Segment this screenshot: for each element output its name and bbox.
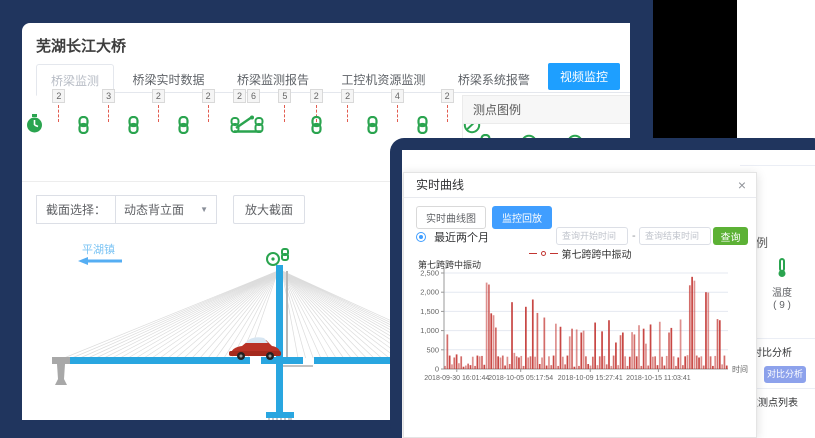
bridge-tower (276, 265, 283, 417)
thermometer-icon (775, 258, 789, 278)
sensor-column: 4 (391, 89, 404, 139)
sensor-count-badge: 2 (441, 89, 454, 103)
sensor-column: 2 (441, 89, 454, 139)
dialog-header: 实时曲线 × (404, 173, 756, 198)
y-tick-label: 500 (426, 345, 439, 354)
desktop-white-region (737, 0, 815, 140)
chain-link-icon[interactable] (416, 116, 429, 134)
left-abutment (52, 357, 70, 385)
tower-top-sensor-icons[interactable] (267, 249, 288, 265)
tab-realtime-curve[interactable]: 实时曲线图 (416, 206, 486, 229)
chain-link-icon[interactable] (177, 116, 190, 134)
sensor-dash-line (58, 105, 59, 122)
temperature-label: 温度 (760, 284, 804, 299)
dialog-title: 实时曲线 (416, 178, 464, 192)
sensor-count-badge: 5 (278, 89, 291, 103)
chain-link-icon[interactable] (77, 116, 90, 134)
zoom-section-button[interactable]: 放大截面 (233, 195, 305, 224)
page-title: 芜湖长江大桥 (36, 35, 126, 56)
sensor-count-badge: 2 (310, 89, 323, 103)
sensor-dash-line (208, 105, 209, 122)
sensor-count-badge: 2 (341, 89, 354, 103)
sensor-strip: 23222652242 (34, 89, 472, 139)
compare-analysis-button[interactable]: 对比分析 (764, 366, 806, 383)
y-tick-label: 1,000 (420, 326, 439, 335)
chain-link-icon[interactable] (366, 116, 379, 134)
radio-label: 最近两个月 (434, 232, 489, 244)
dialog-tabs: 实时曲线图 监控回放 (416, 206, 552, 229)
query-button[interactable]: 查询 (713, 227, 748, 245)
x-axis-title: 时间 (732, 364, 748, 374)
sensor-dash-line (397, 105, 398, 122)
y-tick-label: 0 (435, 365, 439, 374)
sensor-count-badge: 3 (102, 89, 115, 103)
sensor-count-badge: 2 (202, 89, 215, 103)
x-tick-label: 2018-09-30 16:01:44 (424, 375, 489, 382)
legend-marker (550, 253, 558, 254)
sensor-count-badge: 6 (247, 89, 260, 103)
section-select-value: 动态背立面 (124, 201, 184, 218)
x-tick-label: 2018-10-09 15:27:41 (558, 375, 623, 382)
query-controls: 最近两个月 - 查询 (416, 229, 748, 247)
compare-analysis-header: 对比分析 (752, 344, 792, 359)
direction-label: 平湖镇 (82, 242, 115, 256)
temperature-count: ( 9 ) (760, 300, 804, 311)
stopwatch-icon[interactable] (26, 114, 43, 134)
start-time-input[interactable] (556, 227, 628, 245)
legend-marker-circle (541, 251, 546, 256)
sensor-column: 2 (310, 89, 323, 139)
pier-cap (266, 412, 294, 418)
vibration-chart: 第七跨跨中振动05001,0001,5002,0002,5002018-09-3… (410, 259, 754, 419)
sensor-dash-line (108, 105, 109, 122)
popup-browser-window: 测点图例 温度 ( 9 ) 对比分析 对比分析 监测点列表 实时曲线 × 实时曲… (390, 138, 815, 438)
sensor-count-badge: 2 (233, 89, 246, 103)
sensor-count-badge: 2 (52, 89, 65, 103)
section-select-label: 截面选择： (36, 195, 115, 224)
sensor-column: 2 (52, 89, 65, 139)
x-tick-label: 2018-10-15 11:03:41 (626, 375, 691, 382)
video-monitor-button[interactable]: 视频监控 (548, 63, 620, 90)
sensor-column: 26 (233, 89, 260, 139)
chain-link-icon[interactable] (127, 116, 140, 134)
x-tick-label: 2018-10-05 05:17:54 (488, 375, 553, 382)
bridge-deck-left (60, 357, 250, 364)
temperature-point[interactable]: 温度 ( 9 ) (760, 258, 804, 311)
realtime-curve-dialog: 实时曲线 × 实时曲线图 监控回放 最近两个月 - 查询 第七跨跨中振动 (403, 172, 757, 438)
sensor-dash-line (158, 105, 159, 122)
sensor-count-badge: 4 (391, 89, 404, 103)
direction-arrow-icon (78, 257, 122, 265)
chain-link-icon[interactable] (310, 116, 323, 134)
radio-last-two-months[interactable] (416, 232, 426, 242)
expansion-bearing-icon[interactable] (230, 114, 264, 134)
sensor-dash-line (347, 105, 348, 122)
sensor-column: 2 (202, 89, 215, 139)
chevron-down-icon: ▼ (200, 205, 208, 214)
panel-divider (740, 165, 815, 166)
legend-panel-title: 测点图例 (463, 95, 630, 124)
y-tick-label: 2,000 (420, 288, 439, 297)
sensor-column: 2 (152, 89, 165, 139)
desktop-black-region (653, 0, 737, 138)
section-select-dropdown[interactable]: 动态背立面 ▼ (115, 195, 217, 224)
legend-marker (529, 253, 537, 254)
end-time-input[interactable] (639, 227, 711, 245)
sensor-dash-line (447, 105, 448, 122)
section-select-row: 截面选择： 动态背立面 ▼ 放大截面 (36, 195, 305, 224)
close-icon[interactable]: × (738, 176, 746, 194)
sensor-column: 3 (102, 89, 115, 139)
time-range-separator: - (632, 230, 636, 242)
car (229, 337, 281, 360)
y-tick-label: 1,500 (420, 307, 439, 316)
sensor-column: 5 (278, 89, 291, 139)
sensor-count-badge: 2 (152, 89, 165, 103)
y-tick-label: 2,500 (420, 269, 439, 278)
sensor-column: 2 (341, 89, 354, 139)
sensor-dash-line (284, 105, 285, 122)
tab-playback[interactable]: 监控回放 (492, 206, 552, 229)
